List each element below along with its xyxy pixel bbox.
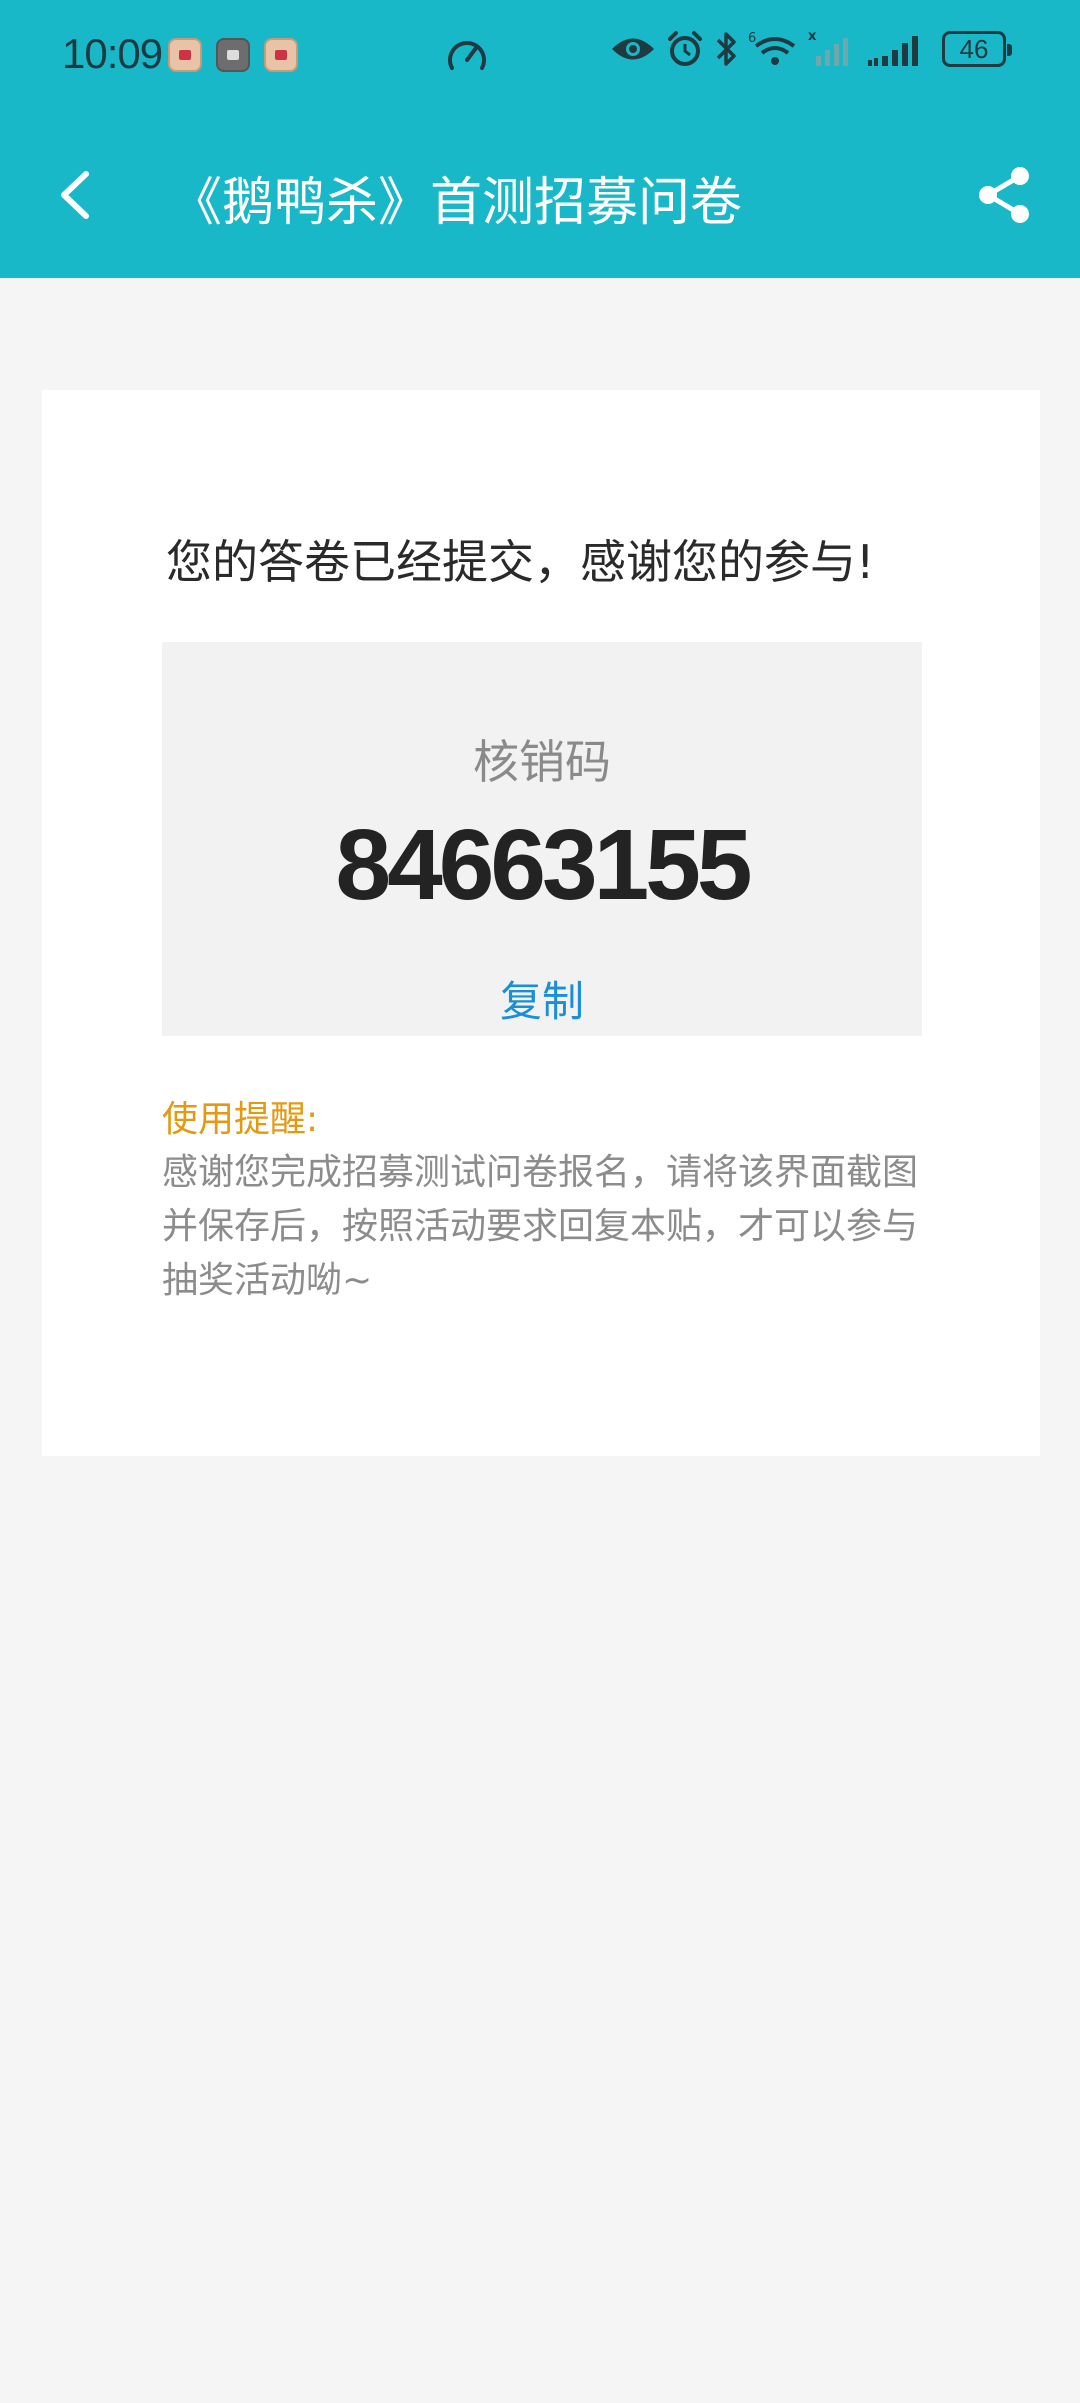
bluetooth-icon (716, 32, 736, 66)
alarm-icon (668, 31, 702, 66)
app-notification-icon (168, 38, 202, 72)
battery-level: 46 (959, 33, 989, 64)
image-notification-icon (216, 38, 250, 72)
thanks-message: 您的答卷已经提交，感谢您的参与! (166, 535, 875, 589)
result-card: 您的答卷已经提交，感谢您的参与! 核销码 84663155 复制 使用提醒: 感… (42, 390, 1040, 1456)
battery-icon: 46 (942, 31, 1012, 67)
nav-bar: 《鹅鸭杀》首测招募问卷 (0, 110, 1080, 278)
share-icon[interactable] (974, 164, 1034, 226)
code-value: 84663155 (335, 809, 753, 921)
signal-icon (868, 36, 918, 66)
reminder-body: 感谢您完成招募测试问卷报名，请将该界面截图并保存后，按照活动要求回复本贴，才可以… (162, 1152, 919, 1301)
speed-icon (448, 41, 486, 70)
app-notification-icon (264, 38, 298, 72)
chevron-left-icon[interactable] (46, 160, 106, 230)
eye-icon (612, 38, 654, 60)
svg-text:x: x (808, 30, 817, 44)
signal-icon: x (808, 30, 848, 66)
notification-icons (168, 38, 298, 72)
wifi-icon: 6 (748, 31, 796, 65)
status-time: 10:09 (62, 30, 163, 77)
page-title: 《鹅鸭杀》首测招募问卷 (170, 173, 743, 233)
status-bar: 10:09 6 x 46 (0, 0, 1080, 110)
system-icons: 6 x 46 (610, 30, 1012, 68)
code-label: 核销码 (473, 735, 611, 789)
redemption-code-box: 核销码 84663155 复制 (162, 642, 922, 1036)
reminder-title: 使用提醒: (162, 1099, 319, 1140)
copy-button[interactable]: 复制 (162, 968, 922, 1029)
svg-text:6: 6 (748, 31, 756, 46)
